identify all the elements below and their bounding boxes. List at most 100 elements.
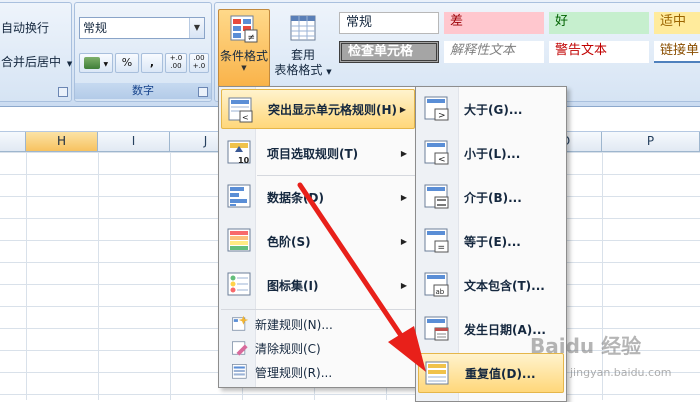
- format-as-table-button[interactable]: 套用 表格格式 ▼: [273, 9, 333, 87]
- alignment-group: 自动换行 合并后居中 ▼: [0, 2, 72, 102]
- submenu-arrow-icon: ▶: [400, 236, 407, 246]
- svg-text:10: 10: [238, 156, 250, 165]
- chevron-down-icon: ▼: [326, 68, 332, 76]
- submenu-item-text-contains[interactable]: ab 文本包含(T)...: [418, 265, 564, 305]
- svg-text:<: <: [242, 113, 249, 122]
- data-bars-icon: [227, 184, 251, 208]
- menu-item-highlight-rules[interactable]: < 突出显示单元格规则(H) ▶: [221, 89, 415, 129]
- grid-line: [26, 152, 27, 400]
- style-hyperlink[interactable]: 链接单: [654, 41, 700, 63]
- merge-center-label: 合并后居中: [1, 55, 62, 69]
- new-rule-icon: [232, 315, 249, 331]
- dialog-launcher-icon[interactable]: [58, 87, 68, 97]
- style-bad[interactable]: 差: [444, 12, 544, 34]
- less-than-icon: <: [424, 140, 449, 165]
- column-header-p[interactable]: P: [602, 132, 700, 152]
- increase-decimal-button[interactable]: +.0 .00: [165, 53, 187, 73]
- conditional-formatting-button[interactable]: ≠ 条件格式 ▼: [218, 9, 270, 87]
- submenu-item-label: 等于(E)...: [464, 234, 521, 249]
- column-i-label: I: [131, 134, 136, 148]
- svg-text:≠: ≠: [248, 33, 256, 43]
- menu-item-top-bottom-rules[interactable]: 10 项目选取规则(T) ▶: [221, 133, 415, 173]
- submenu-item-label: 小于(L)...: [464, 146, 521, 161]
- chevron-down-icon[interactable]: ▼: [189, 18, 204, 38]
- color-scales-icon: [227, 228, 251, 252]
- column-h-label: H: [56, 134, 67, 148]
- submenu-arrow-icon: ▶: [400, 280, 407, 290]
- chevron-down-icon: ▼: [66, 60, 73, 68]
- submenu-arrow-icon: ▶: [400, 148, 407, 158]
- style-warning[interactable]: 警告文本: [549, 41, 649, 63]
- submenu-item-label: 重复值(D)...: [465, 366, 536, 381]
- menu-item-label: 数据条(D): [267, 190, 324, 205]
- submenu-item-less-than[interactable]: < 小于(L)...: [418, 133, 564, 173]
- style-explanatory[interactable]: 解释性文本: [444, 41, 544, 63]
- greater-than-icon: >: [424, 96, 449, 121]
- equal-to-icon: =: [424, 228, 449, 253]
- manage-rules-icon: [232, 364, 247, 379]
- submenu-arrow-icon: ▶: [400, 192, 407, 202]
- svg-text:ab: ab: [436, 288, 445, 296]
- style-bad-label: 差: [450, 14, 464, 29]
- column-header-h[interactable]: H: [26, 132, 98, 152]
- menu-item-clear-rules[interactable]: 清除规则(C): [221, 337, 415, 359]
- comma-style-button[interactable]: ,: [141, 53, 163, 73]
- number-format-value: 常规: [83, 21, 108, 35]
- menu-item-label: 新建规则(N)...: [255, 317, 333, 332]
- svg-text:>: >: [438, 111, 446, 121]
- wrap-text-label: 自动换行: [1, 21, 50, 35]
- merge-center-button[interactable]: 合并后居中 ▼: [1, 53, 72, 73]
- svg-text:<: <: [438, 155, 446, 165]
- watermark-main: Baidu 经验: [530, 334, 642, 358]
- accounting-format-button[interactable]: ▼: [79, 53, 113, 73]
- menu-item-label: 图标集(I): [267, 278, 319, 293]
- highlight-rules-icon: <: [228, 97, 253, 123]
- style-normal[interactable]: 常规: [339, 12, 439, 34]
- submenu-item-equal-to[interactable]: = 等于(E)...: [418, 221, 564, 261]
- increase-decimal-label: +.0 .00: [169, 54, 183, 70]
- percent-button[interactable]: %: [115, 53, 139, 73]
- between-icon: [424, 184, 449, 209]
- submenu-item-duplicate-values[interactable]: 重复值(D)...: [418, 353, 564, 393]
- svg-text:=: =: [438, 243, 446, 253]
- submenu-arrow-icon: ▶: [399, 104, 406, 114]
- wrap-text-button[interactable]: 自动换行: [1, 19, 49, 39]
- submenu-item-label: 介于(B)...: [464, 190, 522, 205]
- menu-item-icon-sets[interactable]: 图标集(I) ▶: [221, 265, 415, 305]
- style-normal-label: 常规: [346, 15, 373, 30]
- menu-separator: [257, 175, 415, 176]
- submenu-item-label: 文本包含(T)...: [464, 278, 545, 293]
- style-explanatory-label: 解释性文本: [450, 43, 516, 58]
- menu-item-data-bars[interactable]: 数据条(D) ▶: [221, 177, 415, 217]
- watermark: Baidu 经验: [530, 330, 641, 359]
- number-group: 常规 ▼ ▼ % , +.0 .00 .00 +.0 数字: [74, 2, 212, 102]
- menu-item-label: 项目选取规则(T): [267, 146, 359, 161]
- grid-line: [170, 152, 171, 400]
- format-as-table-label-1: 套用: [290, 48, 315, 62]
- icon-sets-icon: [227, 272, 251, 296]
- conditional-formatting-label: 条件格式: [219, 49, 268, 63]
- format-as-table-icon: [290, 15, 316, 41]
- row-header-corner[interactable]: [0, 132, 26, 152]
- number-group-label: 数字: [75, 83, 211, 99]
- percent-label: %: [121, 56, 133, 69]
- submenu-item-label: 大于(G)...: [464, 102, 523, 117]
- menu-item-new-rule[interactable]: 新建规则(N)...: [221, 313, 415, 335]
- style-hyperlink-label: 链接单: [660, 43, 700, 58]
- menu-item-manage-rules[interactable]: 管理规则(R)...: [221, 361, 415, 383]
- menu-item-color-scales[interactable]: 色阶(S) ▶: [221, 221, 415, 261]
- column-j-label: J: [203, 134, 208, 148]
- submenu-item-between[interactable]: 介于(B)...: [418, 177, 564, 217]
- dialog-launcher-icon[interactable]: [198, 87, 208, 97]
- format-as-table-label-2-text: 表格格式: [274, 63, 323, 77]
- style-good[interactable]: 好: [549, 12, 649, 34]
- menu-item-label: 色阶(S): [267, 234, 311, 249]
- number-format-select[interactable]: 常规 ▼: [79, 17, 205, 39]
- column-header-i[interactable]: I: [98, 132, 170, 152]
- conditional-formatting-menu: < 突出显示单元格规则(H) ▶ 10 项目选取规则(T) ▶ 数据条(D) ▶: [218, 86, 418, 388]
- style-check-cell[interactable]: 检查单元格: [339, 41, 439, 63]
- style-check-cell-label: 检查单元格: [348, 44, 414, 59]
- decrease-decimal-button[interactable]: .00 +.0: [189, 53, 209, 73]
- style-neutral[interactable]: 适中: [654, 12, 700, 34]
- submenu-item-greater-than[interactable]: > 大于(G)...: [418, 89, 564, 129]
